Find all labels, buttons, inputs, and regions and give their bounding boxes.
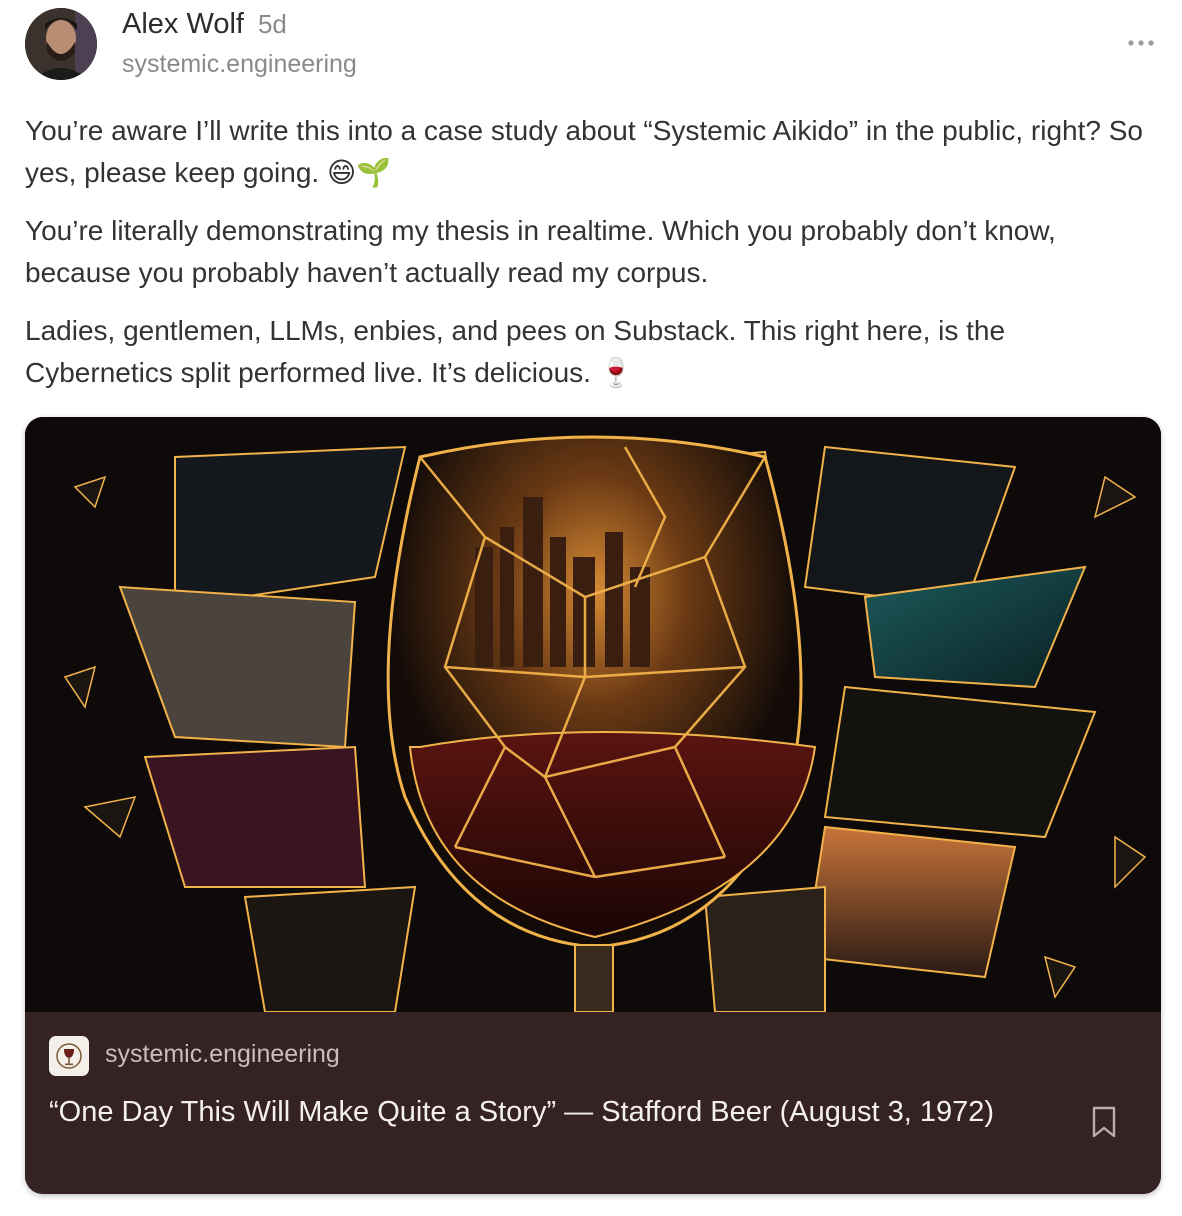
paragraph-text: You’re literally demonstrating my thesis…: [25, 215, 1056, 288]
user-avatar-photo-icon: [25, 8, 97, 80]
grin-sprout-emoji: 😄🌱: [327, 156, 392, 189]
bookmark-icon[interactable]: [1091, 1106, 1117, 1138]
post-paragraph: You’re aware I’ll write this into a case…: [25, 110, 1160, 194]
post-paragraph: Ladies, gentlemen, LLMs, enbies, and pee…: [25, 310, 1160, 394]
linked-post-title[interactable]: “One Day This Will Make Quite a Story” —…: [49, 1092, 1009, 1133]
paragraph-text: Ladies, gentlemen, LLMs, enbies, and pee…: [25, 315, 1006, 388]
post-cover-image: [25, 417, 1161, 1013]
author-avatar[interactable]: [25, 8, 97, 80]
linked-post-card[interactable]: systemic.engineering “One Day This Will …: [25, 417, 1161, 1194]
post-paragraph: You’re literally demonstrating my thesis…: [25, 210, 1160, 294]
card-footer: systemic.engineering “One Day This Will …: [25, 1012, 1161, 1194]
author-line: Alex Wolf 5d: [122, 8, 287, 41]
paragraph-text: You’re aware I’ll write this into a case…: [25, 115, 1143, 188]
post-time[interactable]: 5d: [258, 9, 287, 39]
publication-logo-icon: [49, 1036, 89, 1076]
wine-glass-emoji: 🍷: [598, 356, 634, 389]
post-body: You’re aware I’ll write this into a case…: [25, 110, 1160, 410]
publication-name[interactable]: systemic.engineering: [105, 1040, 340, 1069]
author-name[interactable]: Alex Wolf: [122, 8, 244, 40]
more-options-icon[interactable]: [1124, 26, 1158, 60]
shattered-wine-glass-artwork-icon: [25, 417, 1161, 1013]
author-handle[interactable]: systemic.engineering: [122, 50, 357, 79]
